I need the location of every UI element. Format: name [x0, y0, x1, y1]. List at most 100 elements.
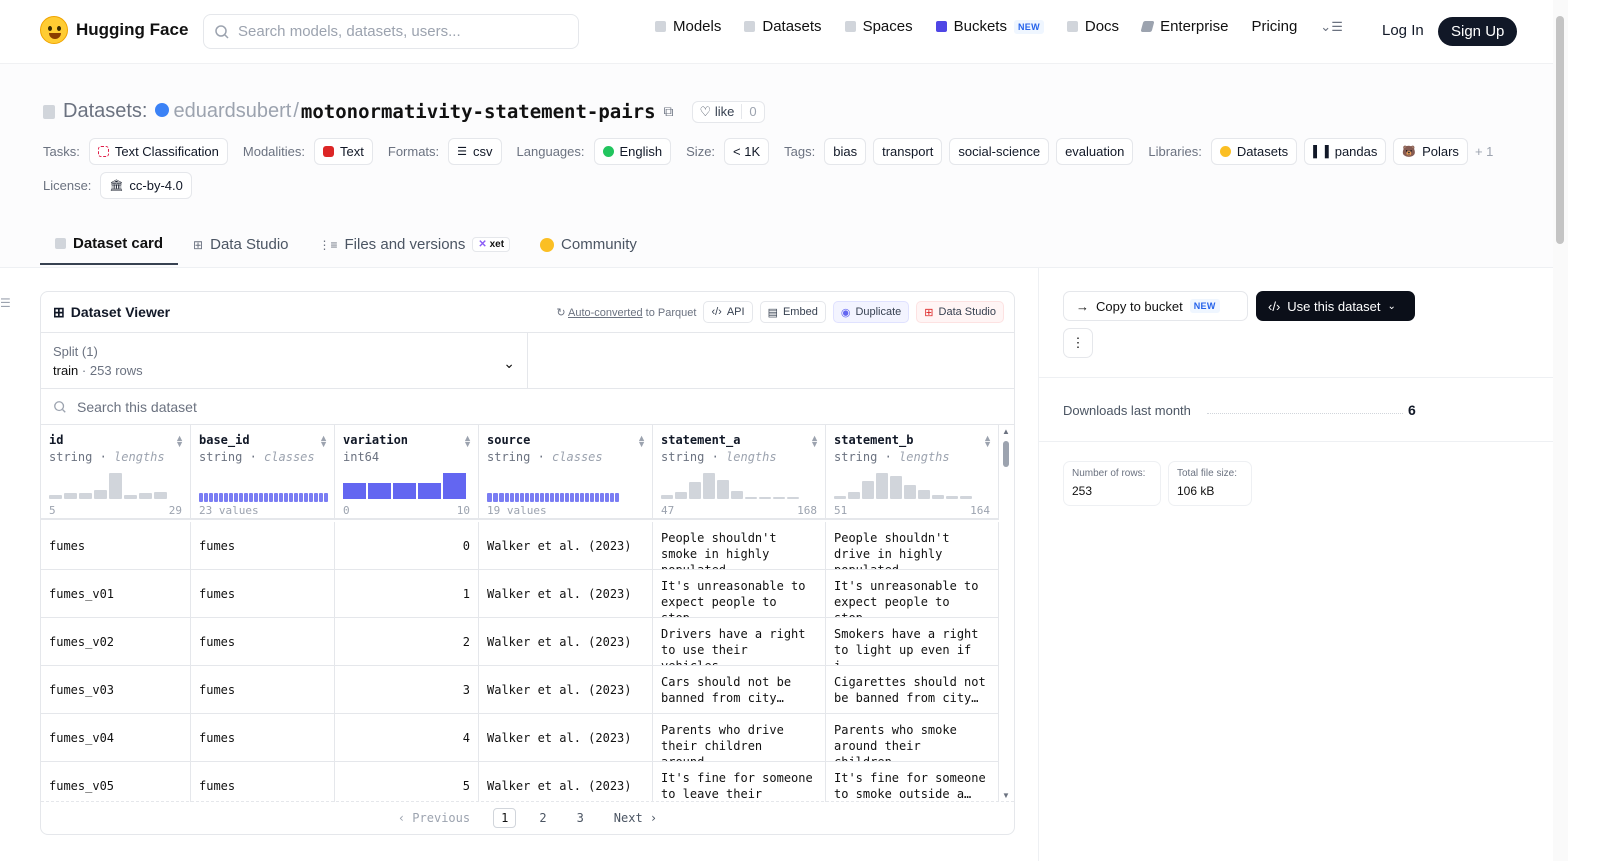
tag-license[interactable]: 🏛 cc-by-4.0 — [100, 172, 192, 199]
histogram-bar[interactable] — [773, 497, 785, 499]
table-cell[interactable]: Walker et al. (2023) — [479, 714, 653, 762]
class-segment[interactable] — [319, 493, 323, 502]
histogram-bar[interactable] — [675, 492, 687, 499]
page-3-button[interactable]: 3 — [570, 809, 591, 827]
global-search[interactable] — [203, 14, 579, 49]
table-cell[interactable]: People shouldn't smoke in highly populat… — [653, 522, 826, 570]
class-segment[interactable] — [259, 493, 263, 502]
page-scrollbar[interactable] — [1553, 0, 1568, 861]
class-segment[interactable] — [279, 493, 283, 502]
histogram-bar[interactable] — [876, 473, 888, 499]
class-segment[interactable] — [219, 493, 223, 502]
histogram-bar[interactable] — [368, 483, 391, 499]
table-cell[interactable]: Walker et al. (2023) — [479, 570, 653, 618]
histogram-bar[interactable] — [787, 497, 799, 499]
class-segment[interactable] — [595, 493, 599, 502]
histogram-bar[interactable] — [94, 490, 107, 499]
tag-item[interactable]: social-science — [949, 138, 1050, 165]
table-cell[interactable]: 3 — [335, 666, 479, 714]
sort-icon[interactable]: ▲ ▼ — [175, 434, 184, 449]
table-cell[interactable]: It's fine for someone to leave their eng… — [653, 762, 826, 802]
more-libraries[interactable]: + 1 — [1475, 144, 1493, 159]
use-this-dataset-button[interactable]: ‹/› Use this dataset ⌄ — [1256, 291, 1415, 321]
class-segment[interactable] — [264, 493, 268, 502]
class-segment[interactable] — [520, 493, 524, 502]
sort-icon[interactable]: ▲ ▼ — [983, 434, 992, 449]
scroll-up-icon[interactable]: ▲ — [1002, 427, 1010, 436]
histogram-bar[interactable] — [661, 495, 673, 499]
more-options-button[interactable]: ⋮ — [1063, 328, 1093, 358]
table-cell[interactable]: Walker et al. (2023) — [479, 762, 653, 802]
class-segment[interactable] — [244, 493, 248, 502]
table-cell[interactable]: 4 — [335, 714, 479, 762]
class-segment[interactable] — [540, 493, 544, 502]
tag-item[interactable]: bias — [824, 138, 867, 165]
tag-library-polars[interactable]: 🐻 Polars — [1393, 138, 1468, 165]
nav-datasets[interactable]: Datasets — [744, 18, 822, 35]
auto-converted-link[interactable]: Auto-converted — [568, 307, 643, 319]
class-segment[interactable] — [299, 493, 303, 502]
class-segment[interactable] — [294, 493, 298, 502]
class-segment[interactable] — [565, 493, 569, 502]
class-segment[interactable] — [249, 493, 253, 502]
histogram-bar[interactable] — [904, 485, 916, 499]
table-cell[interactable]: fumes — [191, 522, 335, 570]
histogram-bar[interactable] — [703, 473, 715, 499]
table-cell[interactable]: fumes — [191, 570, 335, 618]
class-segment[interactable] — [605, 493, 609, 502]
class-segment[interactable] — [570, 493, 574, 502]
table-cell[interactable]: fumes_v02 — [41, 618, 191, 666]
data-studio-button[interactable]: ⊞ Data Studio — [916, 301, 1004, 323]
histogram-bar[interactable] — [139, 493, 152, 499]
split-select[interactable]: Split (1) train · 253 rows ⌄ — [41, 333, 528, 388]
class-segment[interactable] — [600, 493, 604, 502]
tab-files-and-versions[interactable]: ⋮≡ Files and versions ✕ xet — [304, 224, 526, 265]
dataset-search-input[interactable] — [77, 398, 477, 415]
histogram-bar[interactable] — [343, 483, 366, 499]
tag-size[interactable]: < 1K — [724, 138, 770, 165]
table-cell[interactable]: fumes — [191, 714, 335, 762]
class-segment[interactable] — [525, 493, 529, 502]
histogram-bar[interactable] — [393, 483, 416, 499]
class-segment[interactable] — [224, 493, 228, 502]
nav-models[interactable]: Models — [655, 18, 721, 35]
search-input[interactable] — [238, 23, 558, 40]
table-cell[interactable]: Walker et al. (2023) — [479, 618, 653, 666]
class-segment[interactable] — [510, 493, 514, 502]
copy-icon[interactable]: ⧉ — [664, 103, 674, 120]
class-segment[interactable] — [575, 493, 579, 502]
histogram-bar[interactable] — [932, 495, 944, 499]
class-segment[interactable] — [274, 493, 278, 502]
histogram-bar[interactable] — [848, 492, 860, 499]
class-segment[interactable] — [615, 493, 619, 502]
table-cell[interactable]: Parents who drive their children around… — [653, 714, 826, 762]
table-cell[interactable]: fumes — [191, 762, 335, 802]
page-1-button[interactable]: 1 — [493, 808, 517, 828]
sort-icon[interactable]: ▲ ▼ — [810, 434, 819, 449]
histogram-bar[interactable] — [834, 496, 846, 499]
class-segment[interactable] — [229, 493, 233, 502]
histogram-bar[interactable] — [862, 481, 874, 499]
nav-buckets[interactable]: Buckets NEW — [935, 18, 1044, 35]
histogram-bar[interactable] — [717, 480, 729, 499]
class-segment[interactable] — [493, 493, 498, 502]
tag-format[interactable]: ☰ csv — [448, 138, 502, 165]
class-segment[interactable] — [209, 493, 213, 502]
table-cell[interactable]: fumes_v03 — [41, 666, 191, 714]
table-cell[interactable]: Cigarettes should not be banned from cit… — [826, 666, 999, 714]
nav-docs[interactable]: Docs — [1066, 18, 1119, 35]
class-segment[interactable] — [269, 493, 273, 502]
class-segment[interactable] — [580, 493, 584, 502]
tag-item[interactable]: transport — [873, 138, 943, 165]
class-segment[interactable] — [590, 493, 594, 502]
class-segment[interactable] — [530, 493, 534, 502]
table-cell[interactable]: 2 — [335, 618, 479, 666]
table-cell[interactable]: fumes_v05 — [41, 762, 191, 802]
table-cell[interactable]: Walker et al. (2023) — [479, 666, 653, 714]
table-cell[interactable]: It's unreasonable to expect people to st… — [826, 570, 999, 618]
login-link[interactable]: Log In — [1382, 22, 1424, 39]
nav-enterprise[interactable]: Enterprise — [1140, 18, 1228, 35]
histogram-bar[interactable] — [946, 496, 958, 499]
histogram-bar[interactable] — [731, 491, 743, 499]
class-segment[interactable] — [499, 493, 504, 502]
